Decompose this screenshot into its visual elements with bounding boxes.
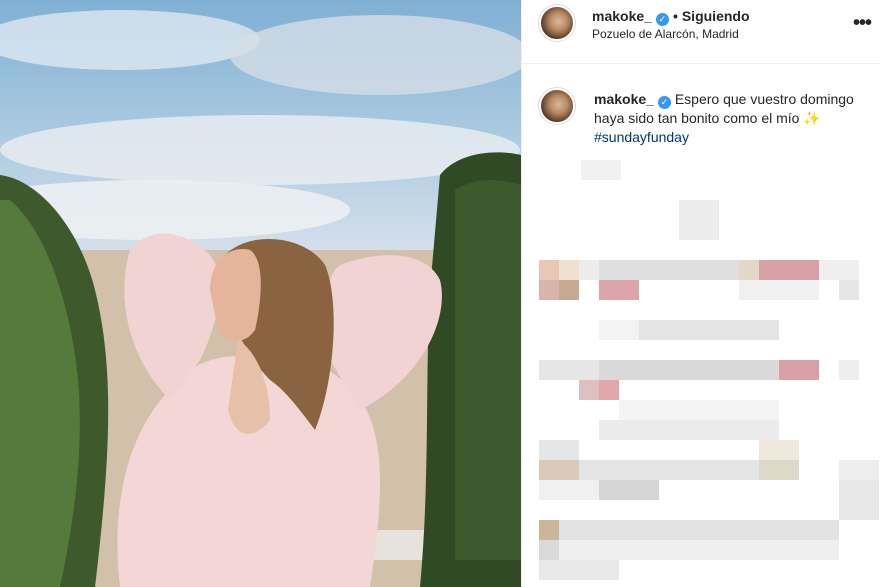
location-link[interactable]: Pozuelo de Alarcón, Madrid [592, 27, 739, 41]
caption-avatar[interactable] [539, 88, 575, 124]
post-photo[interactable] [0, 0, 521, 587]
hashtag-link[interactable]: #sundayfunday [594, 129, 689, 145]
username-link[interactable]: makoke_ [592, 8, 652, 24]
verified-badge-icon: ✓ [655, 13, 669, 26]
header-user-line: makoke_ ✓ • Siguiendo [592, 8, 750, 26]
pixel-blocks [539, 160, 879, 580]
profile-avatar[interactable] [539, 5, 575, 41]
following-button[interactable]: Siguiendo [682, 8, 750, 24]
sparkles-emoji: ✨ [803, 110, 821, 126]
pixelated-comments [539, 160, 879, 580]
post-caption: makoke_ ✓ Espero que vuestro domingo haya… [594, 90, 869, 147]
more-options-icon[interactable]: ••• [853, 13, 872, 33]
verified-badge-icon: ✓ [657, 96, 671, 109]
separator-dot: • [672, 8, 678, 24]
post-header: makoke_ ✓ • Siguiendo Pozuelo de Alarcón, M… [522, 0, 880, 64]
photo-illustration [0, 10, 521, 587]
caption-username-link[interactable]: makoke_ [594, 91, 654, 107]
